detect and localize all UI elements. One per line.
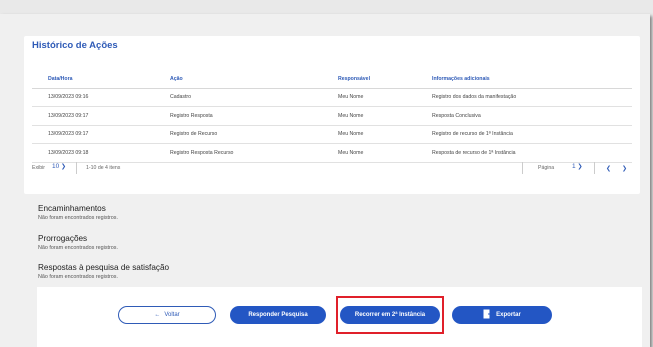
survey-title: Respostas à pesquisa de satisfação bbox=[38, 263, 170, 272]
divider bbox=[522, 162, 523, 174]
page-size-label: Exibir bbox=[32, 165, 45, 171]
forwardings-title: Encaminhamentos bbox=[38, 204, 106, 213]
export-button[interactable]: Exportar bbox=[452, 306, 552, 324]
table-row: 13/09/2023 09:16 Cadastro Meu Nome Regis… bbox=[32, 88, 632, 107]
divider bbox=[594, 162, 595, 174]
forwardings-empty-text: Não foram encontrados registros. bbox=[38, 215, 118, 221]
page-size-select[interactable]: 10 ❯ bbox=[52, 163, 66, 170]
back-button-label: Voltar bbox=[164, 312, 180, 318]
divider bbox=[76, 162, 77, 174]
extensions-section: Prorrogações Não foram encontrados regis… bbox=[38, 234, 118, 251]
page-size-value: 10 bbox=[52, 163, 60, 170]
page-select[interactable]: 1 ❯ bbox=[572, 163, 582, 170]
previous-page-icon[interactable]: ❮ bbox=[606, 165, 611, 172]
next-page-icon[interactable]: ❯ bbox=[622, 165, 627, 172]
column-header-additional-info: Informações adicionais bbox=[416, 70, 632, 89]
table-row: 13/09/2023 09:17 Registro Resposta Meu N… bbox=[32, 106, 632, 126]
export-document-icon bbox=[483, 309, 493, 321]
table-header-row: Data/Hora Ação Responsável Informações a… bbox=[32, 70, 632, 89]
cell-datetime: 13/09/2023 09:16 bbox=[32, 88, 154, 107]
column-header-responsible: Responsável bbox=[322, 70, 416, 89]
survey-section: Respostas à pesquisa de satisfação Não f… bbox=[38, 263, 169, 280]
item-range-text: 1-10 de 4 itens bbox=[86, 165, 121, 171]
respond-survey-button[interactable]: Responder Pesquisa bbox=[230, 306, 326, 324]
cell-action: Cadastro bbox=[154, 88, 322, 107]
cell-info: Resposta Conclusiva bbox=[416, 106, 632, 126]
highlight-box bbox=[336, 296, 444, 334]
cell-responsible: Meu Nome bbox=[322, 88, 416, 107]
extensions-empty-text: Não foram encontrados registros. bbox=[38, 245, 118, 251]
history-table: Data/Hora Ação Responsável Informações a… bbox=[32, 70, 632, 163]
back-button[interactable]: ← Voltar bbox=[118, 306, 216, 324]
cell-info: Resposta de recurso de 1ª Instância bbox=[416, 143, 632, 163]
cell-datetime: 13/09/2023 09:17 bbox=[32, 106, 154, 126]
respond-survey-label: Responder Pesquisa bbox=[248, 312, 308, 318]
page-value: 1 bbox=[572, 163, 576, 170]
table-row: 13/09/2023 09:17 Registro de Recurso Meu… bbox=[32, 125, 632, 144]
pagination-bar: Exibir 10 ❯ 1-10 de 4 itens Página 1 ❯ ❮… bbox=[32, 162, 632, 176]
chevron-down-icon: ❯ bbox=[61, 164, 67, 170]
cell-action: Registro Resposta bbox=[154, 106, 322, 126]
cell-responsible: Meu Nome bbox=[322, 143, 416, 163]
cell-responsible: Meu Nome bbox=[322, 125, 416, 144]
history-title: Histórico de Ações bbox=[32, 40, 118, 51]
cell-info: Registro dos dados da manifestação bbox=[416, 88, 632, 107]
cell-action: Registro Resposta Recurso bbox=[154, 143, 322, 163]
column-header-action: Ação bbox=[154, 70, 322, 89]
cell-datetime: 13/09/2023 09:18 bbox=[32, 143, 154, 163]
column-header-datetime: Data/Hora bbox=[32, 70, 154, 89]
export-label: Exportar bbox=[496, 312, 521, 318]
chevron-down-icon: ❯ bbox=[577, 164, 583, 170]
cell-info: Registro de recurso de 1ª Instância bbox=[416, 125, 632, 144]
survey-empty-text: Não foram encontrados registros. bbox=[38, 274, 118, 280]
arrow-left-icon: ← bbox=[154, 312, 161, 318]
history-card: Histórico de Ações Data/Hora Ação Respon… bbox=[24, 36, 640, 194]
cell-datetime: 13/09/2023 09:17 bbox=[32, 125, 154, 144]
cell-responsible: Meu Nome bbox=[322, 106, 416, 126]
extensions-title: Prorrogações bbox=[38, 234, 88, 243]
cell-action: Registro de Recurso bbox=[154, 125, 322, 144]
page-label: Página bbox=[538, 165, 555, 171]
forwardings-section: Encaminhamentos Não foram encontrados re… bbox=[38, 204, 118, 221]
table-row: 13/09/2023 09:18 Registro Resposta Recur… bbox=[32, 143, 632, 163]
